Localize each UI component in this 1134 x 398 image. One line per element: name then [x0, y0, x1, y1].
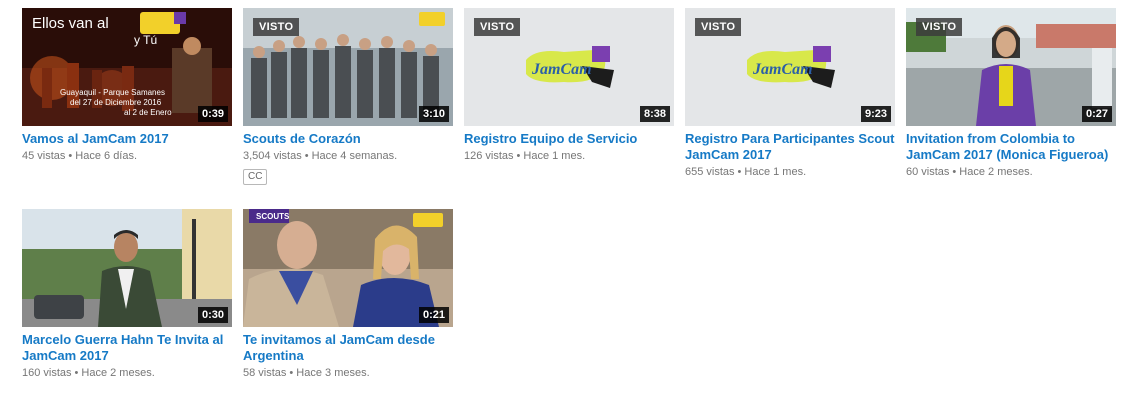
watched-badge: VISTO	[916, 18, 963, 36]
video-thumbnail[interactable]: Ellos van al y Tú Guayaquil - Parque Sam…	[22, 8, 232, 126]
svg-text:JamCam: JamCam	[752, 61, 813, 78]
thumb-caption: y Tú	[134, 33, 157, 47]
video-meta: 58 vistas • Hace 3 meses.	[243, 366, 453, 380]
video-card[interactable]: JamCam VISTO 9:23 Registro Para Particip…	[685, 8, 895, 185]
watched-badge: VISTO	[253, 18, 300, 36]
video-card[interactable]: VISTO 3:10 Scouts de Corazón 3,504 vista…	[243, 8, 453, 185]
watched-badge: VISTO	[695, 18, 742, 36]
video-card[interactable]: SCOUTS 0:21 Te invitamos al JamCam desde…	[243, 209, 453, 380]
upload-age: Hace 6 días.	[75, 150, 138, 162]
watched-badge: VISTO	[474, 18, 521, 36]
duration-badge: 9:23	[860, 106, 891, 122]
view-count: 58 vistas	[243, 367, 287, 379]
jamcam-logo-icon	[413, 213, 443, 227]
video-meta: 126 vistas • Hace 1 mes.	[464, 149, 674, 163]
video-title-link[interactable]: Scouts de Corazón	[243, 131, 453, 147]
video-thumbnail[interactable]: JamCam VISTO 8:38	[464, 8, 674, 126]
video-thumbnail[interactable]: SCOUTS 0:21	[243, 209, 453, 327]
video-thumbnail[interactable]: 0:30	[22, 209, 232, 327]
duration-badge: 3:10	[418, 106, 449, 122]
video-grid: Ellos van al y Tú Guayaquil - Parque Sam…	[22, 8, 1122, 380]
upload-age: Hace 1 mes.	[744, 166, 807, 178]
video-title-link[interactable]: Registro Equipo de Servicio	[464, 131, 674, 147]
video-thumbnail[interactable]: JamCam VISTO 9:23	[685, 8, 895, 126]
view-count: 3,504 vistas	[243, 150, 302, 162]
video-meta: 655 vistas • Hace 1 mes.	[685, 165, 895, 179]
meta-separator: •	[68, 150, 73, 162]
duration-badge: 8:38	[639, 106, 670, 122]
meta-separator: •	[304, 150, 309, 162]
video-card[interactable]: JamCam VISTO 8:38 Registro Equipo de Ser…	[464, 8, 674, 185]
video-row: 0:30 Marcelo Guerra Hahn Te Invita al Ja…	[22, 209, 1122, 380]
video-card[interactable]: 0:30 Marcelo Guerra Hahn Te Invita al Ja…	[22, 209, 232, 380]
view-count: 160 vistas	[22, 367, 72, 379]
video-title-link[interactable]: Invitation from Colombia to JamCam 2017 …	[906, 131, 1116, 163]
video-title-link[interactable]: Te invitamos al JamCam desde Argentina	[243, 332, 453, 364]
meta-separator: •	[737, 166, 742, 178]
meta-separator: •	[74, 367, 79, 379]
video-title-link[interactable]: Registro Para Participantes Scout JamCam…	[685, 131, 895, 163]
video-title-link[interactable]: Vamos al JamCam 2017	[22, 131, 232, 147]
upload-age: Hace 2 meses.	[959, 166, 1033, 178]
thumb-caption: Ellos van al	[32, 15, 109, 32]
video-thumbnail[interactable]: VISTO 3:10	[243, 8, 453, 126]
video-meta: 3,504 vistas • Hace 4 semanas.	[243, 149, 453, 163]
duration-badge: 0:27	[1081, 106, 1112, 122]
meta-separator: •	[952, 166, 957, 178]
upload-age: Hace 3 meses.	[296, 367, 370, 379]
upload-age: Hace 1 mes.	[523, 150, 586, 162]
jamcam-logo-icon	[419, 12, 445, 26]
meta-separator: •	[516, 150, 521, 162]
video-title-link[interactable]: Marcelo Guerra Hahn Te Invita al JamCam …	[22, 332, 232, 364]
closed-captions-badge: CC	[243, 169, 268, 185]
thumb-caption: Guayaquil - Parque Samanes	[60, 88, 165, 97]
thumb-caption: del 27 de Diciembre 2016	[70, 98, 162, 107]
video-thumbnail[interactable]: VISTO 0:27	[906, 8, 1116, 126]
duration-badge: 0:30	[197, 307, 228, 323]
view-count: 45 vistas	[22, 150, 66, 162]
upload-age: Hace 4 semanas.	[311, 150, 398, 162]
svg-text:JamCam: JamCam	[531, 61, 592, 78]
view-count: 655 vistas	[685, 166, 735, 178]
view-count: 60 vistas	[906, 166, 950, 178]
thumb-caption: al 2 de Enero	[124, 108, 172, 117]
meta-separator: •	[289, 367, 294, 379]
video-card[interactable]: Ellos van al y Tú Guayaquil - Parque Sam…	[22, 8, 232, 185]
video-meta: 45 vistas • Hace 6 días.	[22, 149, 232, 163]
upload-age: Hace 2 meses.	[81, 367, 155, 379]
video-meta: 160 vistas • Hace 2 meses.	[22, 366, 232, 380]
thumb-scouts-badge: SCOUTS	[256, 212, 290, 221]
video-meta: 60 vistas • Hace 2 meses.	[906, 165, 1116, 179]
duration-badge: 0:39	[197, 106, 228, 122]
video-card[interactable]: VISTO 0:27 Invitation from Colombia to J…	[906, 8, 1116, 185]
view-count: 126 vistas	[464, 150, 514, 162]
video-row: Ellos van al y Tú Guayaquil - Parque Sam…	[22, 8, 1122, 185]
duration-badge: 0:21	[418, 307, 449, 323]
